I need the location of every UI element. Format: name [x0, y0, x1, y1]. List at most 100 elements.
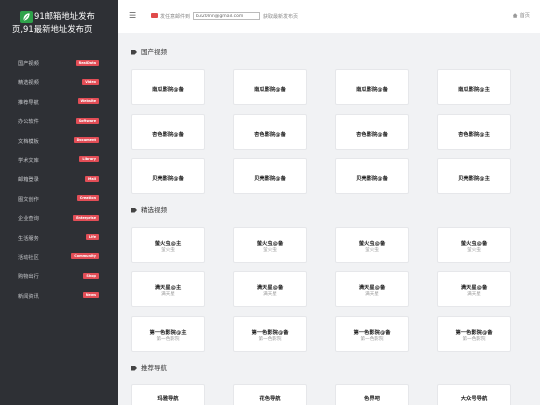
home-link[interactable]: 首页: [512, 12, 530, 19]
card-title: 贝壳影院@主: [458, 176, 490, 182]
card-title: 杏色影院@备: [254, 132, 286, 138]
sidebar-item-label: 推荐导航: [18, 99, 39, 106]
card-title: 萤火虫@主: [154, 241, 182, 247]
link-card[interactable]: 南瓜影院@备: [131, 69, 205, 105]
sidebar-item[interactable]: 国产视频 RealData: [0, 55, 118, 74]
sidebar-item-badge: Mail: [85, 175, 99, 182]
card-title: 第一色影院@备: [455, 330, 493, 336]
card-subtitle: 第一色影院: [462, 337, 486, 342]
sidebar-item[interactable]: 生活服务 Life: [0, 230, 118, 249]
card-title: 南瓜影院@备: [152, 87, 184, 93]
link-card[interactable]: 满天星@备 满天星: [335, 271, 409, 307]
sidebar-item-badge: Shop: [83, 272, 99, 279]
brand-title: 91邮箱地址发布 页,91最新地址发布页: [8, 10, 116, 36]
sidebar-item[interactable]: 学术文库 Library: [0, 152, 118, 171]
sidebar-menu: 国产视频 RealData 精选视频 Video 推荐导航 Website 办公软件 Soft…: [0, 55, 118, 307]
link-card[interactable]: 杏色影院@主: [437, 114, 511, 150]
hamburger-icon[interactable]: ☰: [129, 11, 136, 20]
card-title: 满天星@备: [460, 285, 488, 291]
tag-icon: [131, 49, 137, 55]
link-card[interactable]: 第一色影院@备 第一色影院: [437, 316, 511, 352]
brand-title-line1: 91邮箱地址发布: [34, 11, 95, 21]
card-title: 第一色影院@备: [251, 330, 289, 336]
sidebar-item-badge: Life: [85, 234, 99, 241]
sidebar-item-badge: Community: [71, 253, 99, 260]
sidebar-item-label: 活动社区: [18, 254, 39, 261]
card-subtitle: 萤火虫: [467, 248, 481, 253]
mail-suffix-text: 获取最新发布页: [263, 13, 299, 20]
card-title: 花色导航: [259, 396, 281, 402]
tag-icon: [131, 207, 137, 213]
link-card[interactable]: 贝壳影院@备: [233, 158, 307, 194]
card-title: 杏色影院@备: [152, 132, 184, 138]
sidebar-item[interactable]: 办公软件 Software: [0, 113, 118, 132]
sidebar-item-badge: Creation: [76, 195, 99, 202]
link-card[interactable]: 南瓜影院@备: [233, 69, 307, 105]
sidebar-item[interactable]: 图文创作 Creation: [0, 191, 118, 210]
sidebar-item[interactable]: 推荐导航 Website: [0, 94, 118, 113]
card-title: 第一色影院@主: [149, 330, 187, 336]
link-card[interactable]: 贝壳影院@主: [437, 158, 511, 194]
link-card[interactable]: 色界吧: [335, 384, 409, 405]
card-title: 第一色影院@备: [353, 330, 391, 336]
sidebar-item-label: 国产视频: [18, 61, 39, 67]
link-card[interactable]: 玛雅导航: [131, 384, 205, 405]
card-subtitle: 第一色影院: [360, 337, 384, 342]
link-card[interactable]: 满天星@备 满天星: [437, 271, 511, 307]
link-card[interactable]: 萤火虫@备 萤火虫: [233, 227, 307, 263]
card-subtitle: 第一色影院: [156, 337, 180, 342]
link-card[interactable]: 杏色影院@备: [335, 114, 409, 150]
link-card[interactable]: 大众号导航: [437, 384, 511, 405]
sidebar-item-label: 邮箱登录: [18, 177, 39, 184]
sidebar-item[interactable]: 文档模板 Document: [0, 133, 118, 152]
link-card[interactable]: 第一色影院@主 第一色影院: [131, 316, 205, 352]
section-title-text: 推荐导航: [141, 364, 167, 372]
link-card[interactable]: 萤火虫@备 萤火虫: [437, 227, 511, 263]
sidebar-item[interactable]: 活动社区 Community: [0, 249, 118, 268]
home-label: 首页: [519, 13, 530, 19]
sidebar-item-badge: Document: [73, 137, 99, 144]
sidebar-item[interactable]: 购物出行 Shop: [0, 268, 118, 287]
tag-icon: [131, 365, 137, 371]
mail-icon: [151, 13, 158, 18]
link-card[interactable]: 花色导航: [233, 384, 307, 405]
sidebar-item-label: 企业查询: [18, 216, 39, 223]
link-card[interactable]: 第一色影院@备 第一色影院: [335, 316, 409, 352]
sidebar-item-label: 文档模板: [18, 138, 39, 145]
card-title: 贝壳影院@备: [356, 176, 388, 182]
card-title: 满天星@备: [358, 285, 386, 291]
sidebar-item-badge: News: [82, 292, 99, 299]
card-title: 玛雅导航: [157, 396, 179, 402]
sidebar-item-label: 学术文库: [18, 157, 39, 164]
sidebar-item-label: 办公软件: [18, 119, 39, 126]
sidebar-item-badge: Library: [79, 156, 99, 163]
sidebar-item[interactable]: 精选视频 Video: [0, 74, 118, 93]
sidebar-item-label: 图文创作: [18, 196, 39, 203]
home-icon: [512, 13, 518, 18]
link-card[interactable]: 第一色影院@备 第一色影院: [233, 316, 307, 352]
top-bar: ☰ 发任意邮件到 获取最新发布页 首页: [118, 0, 540, 33]
card-title: 南瓜影院@备: [356, 87, 388, 93]
sidebar-item[interactable]: 邮箱登录 Mail: [0, 171, 118, 190]
link-card[interactable]: 萤火虫@备 萤火虫: [335, 227, 409, 263]
mail-address-field[interactable]: [193, 12, 260, 20]
card-title: 杏色影院@主: [458, 132, 490, 138]
section-title-text: 国产视频: [141, 48, 167, 56]
card-subtitle: 满天星: [467, 292, 481, 297]
card-title: 萤火虫@备: [358, 241, 386, 247]
card-title: 萤火虫@备: [256, 241, 284, 247]
link-card[interactable]: 贝壳影院@备: [131, 158, 205, 194]
link-card[interactable]: 贝壳影院@备: [335, 158, 409, 194]
link-card[interactable]: 萤火虫@主 萤火虫: [131, 227, 205, 263]
link-card[interactable]: 杏色影院@备: [233, 114, 307, 150]
sidebar-item-label: 精选视频: [18, 80, 39, 87]
link-card[interactable]: 南瓜影院@备: [335, 69, 409, 105]
sidebar-item[interactable]: 企业查询 Enterprise: [0, 210, 118, 229]
sidebar-item[interactable]: 新闻资讯 News: [0, 288, 118, 307]
link-card[interactable]: 南瓜影院@主: [437, 69, 511, 105]
card-subtitle: 满天星: [263, 292, 277, 297]
card-title: 萤火虫@备: [460, 241, 488, 247]
link-card[interactable]: 满天星@主 满天星: [131, 271, 205, 307]
link-card[interactable]: 杏色影院@备: [131, 114, 205, 150]
link-card[interactable]: 满天星@备 满天星: [233, 271, 307, 307]
